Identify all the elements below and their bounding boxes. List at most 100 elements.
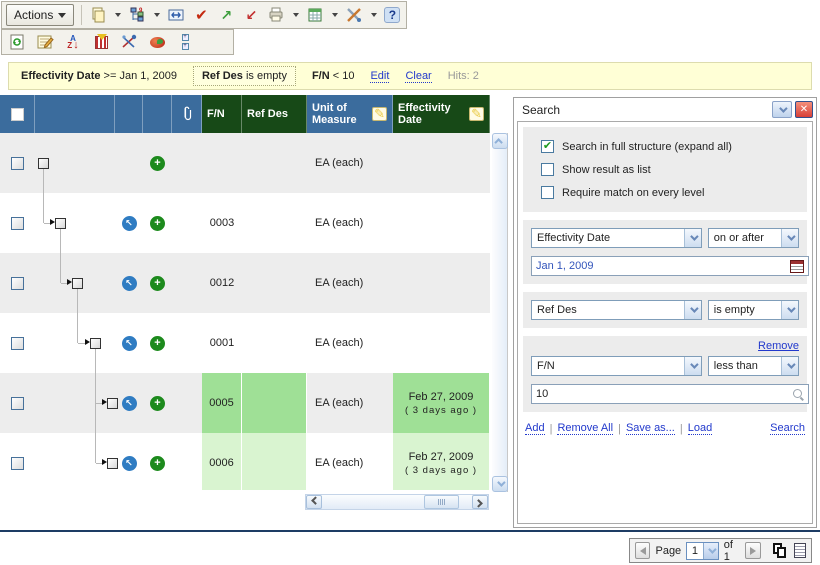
scroll-right-button[interactable] xyxy=(472,495,488,509)
table-row[interactable]: ↖ + 0006 EA (each) Feb 27, 2009( 3 days … xyxy=(0,433,490,490)
tree-node-toggle[interactable] xyxy=(107,398,118,409)
sort-az-icon[interactable]: A Z↓ xyxy=(64,33,82,51)
print-menu-caret[interactable] xyxy=(293,13,299,17)
actions-menu-button[interactable]: Actions xyxy=(6,4,74,26)
search-icon[interactable] xyxy=(793,389,804,400)
vertical-scrollbar[interactable] xyxy=(492,133,508,492)
up-left-arrow-circle-icon[interactable]: ↖ xyxy=(122,276,137,291)
multi-page-view-icon[interactable] xyxy=(772,543,786,559)
edit-column-pencil-icon[interactable]: ✎ xyxy=(469,107,484,121)
chart-sphere-icon[interactable] xyxy=(148,33,166,51)
export-menu-caret[interactable] xyxy=(332,13,338,17)
chevron-down-icon[interactable] xyxy=(684,357,701,375)
effdate-column-header[interactable]: Effectivity Date✎ xyxy=(393,95,490,133)
table-row[interactable]: ↖ + 0001 EA (each) xyxy=(0,313,490,373)
table-row[interactable]: + EA (each) xyxy=(0,133,490,193)
field-select[interactable]: Ref Des xyxy=(531,300,702,320)
uom-column-header[interactable]: Unit of Measure✎ xyxy=(307,95,393,133)
structure-paste-icon[interactable]: 9 xyxy=(128,6,146,24)
chevron-down-icon[interactable] xyxy=(781,229,798,247)
row-checkbox[interactable] xyxy=(11,457,24,470)
filter-icon[interactable] xyxy=(92,33,110,51)
refdes-column-header[interactable]: Ref Des xyxy=(242,95,307,133)
chevron-down-icon[interactable] xyxy=(703,543,718,559)
route-icon[interactable] xyxy=(120,33,138,51)
plus-circle-icon[interactable]: + xyxy=(150,336,165,351)
print-icon[interactable] xyxy=(267,6,285,24)
row-checkbox[interactable] xyxy=(11,337,24,350)
insert-column-header[interactable] xyxy=(143,95,172,133)
up-left-arrow-circle-icon[interactable]: ↖ xyxy=(122,216,137,231)
chevron-down-icon[interactable] xyxy=(781,301,798,319)
demote-arrow-icon[interactable]: ↙ xyxy=(242,6,260,24)
tree-node-toggle[interactable] xyxy=(55,218,66,229)
structure-paste-menu-caret[interactable] xyxy=(154,13,160,17)
add-criterion-link[interactable]: Add xyxy=(525,422,545,435)
edit-icon[interactable] xyxy=(36,33,54,51)
edit-column-pencil-icon[interactable]: ✎ xyxy=(372,107,387,121)
checkbox-require-match-every-level[interactable] xyxy=(541,186,554,199)
row-checkbox[interactable] xyxy=(11,277,24,290)
fn-column-header[interactable]: F/N xyxy=(202,95,242,133)
plus-circle-icon[interactable]: + xyxy=(150,456,165,471)
clear-filter-link[interactable]: Clear xyxy=(405,70,431,83)
plus-circle-icon[interactable]: + xyxy=(150,396,165,411)
table-row[interactable]: ↖ + 0005 EA (each) Feb 27, 2009( 3 days … xyxy=(0,373,490,433)
operator-select[interactable]: on or after xyxy=(708,228,799,248)
export-table-icon[interactable] xyxy=(306,6,324,24)
row-checkbox[interactable] xyxy=(11,157,24,170)
next-page-button[interactable] xyxy=(745,542,760,559)
scroll-left-button[interactable] xyxy=(306,495,322,509)
remove-all-link[interactable]: Remove All xyxy=(557,422,613,435)
plus-circle-icon[interactable]: + xyxy=(150,156,165,171)
tree-node-toggle[interactable] xyxy=(90,338,101,349)
checkbox-search-full-structure[interactable]: ✔ xyxy=(541,140,554,153)
horizontal-scrollbar[interactable] xyxy=(305,494,489,510)
chevron-down-icon[interactable] xyxy=(781,357,798,375)
tools-icon[interactable] xyxy=(345,6,363,24)
expand-all-icon[interactable]: + + xyxy=(176,33,194,51)
tree-column-header[interactable] xyxy=(35,95,115,133)
approve-check-icon[interactable]: ✔ xyxy=(192,6,210,24)
date-value-field[interactable] xyxy=(531,256,809,276)
list-view-icon[interactable] xyxy=(794,543,806,558)
page-number-select[interactable]: 1 xyxy=(686,542,719,560)
refresh-icon[interactable] xyxy=(8,33,26,51)
remove-criterion-link[interactable]: Remove xyxy=(758,340,799,352)
field-select[interactable]: Effectivity Date xyxy=(531,228,702,248)
operator-select[interactable]: less than xyxy=(708,356,799,376)
plus-circle-icon[interactable]: + xyxy=(150,276,165,291)
select-all-checkbox[interactable] xyxy=(11,108,24,121)
operator-select[interactable]: is empty xyxy=(708,300,799,320)
tree-node-toggle[interactable] xyxy=(72,278,83,289)
calendar-icon[interactable] xyxy=(790,260,804,273)
scrollbar-thumb[interactable] xyxy=(424,495,459,509)
row-checkbox[interactable] xyxy=(11,397,24,410)
promote-arrow-icon[interactable]: ↗ xyxy=(217,6,235,24)
up-left-arrow-circle-icon[interactable]: ↖ xyxy=(122,456,137,471)
scroll-down-button[interactable] xyxy=(492,476,508,492)
compare-windows-icon[interactable] xyxy=(167,6,185,24)
panel-close-icon[interactable]: ✕ xyxy=(795,101,813,118)
edit-filter-link[interactable]: Edit xyxy=(370,70,389,83)
up-left-arrow-circle-icon[interactable]: ↖ xyxy=(122,396,137,411)
previous-page-button[interactable] xyxy=(635,542,650,559)
action-column-header[interactable] xyxy=(115,95,143,133)
date-input[interactable] xyxy=(536,260,790,272)
filter-criterion-chip[interactable]: Ref Des is empty xyxy=(193,66,296,86)
help-icon[interactable]: ? xyxy=(384,7,400,23)
value-field[interactable] xyxy=(531,384,809,404)
select-all-header[interactable] xyxy=(0,95,35,133)
search-link[interactable]: Search xyxy=(770,422,805,435)
chevron-down-icon[interactable] xyxy=(684,229,701,247)
up-left-arrow-circle-icon[interactable]: ↖ xyxy=(122,336,137,351)
attachment-column-header[interactable] xyxy=(172,95,202,133)
table-row[interactable]: ↖ + 0003 EA (each) xyxy=(0,193,490,253)
tree-node-toggle[interactable] xyxy=(107,458,118,469)
tools-menu-caret[interactable] xyxy=(371,13,377,17)
panel-dropdown-button[interactable] xyxy=(772,101,792,118)
copy-icon[interactable] xyxy=(89,6,107,24)
row-checkbox[interactable] xyxy=(11,217,24,230)
tree-node-toggle[interactable] xyxy=(38,158,49,169)
load-link[interactable]: Load xyxy=(688,422,712,435)
